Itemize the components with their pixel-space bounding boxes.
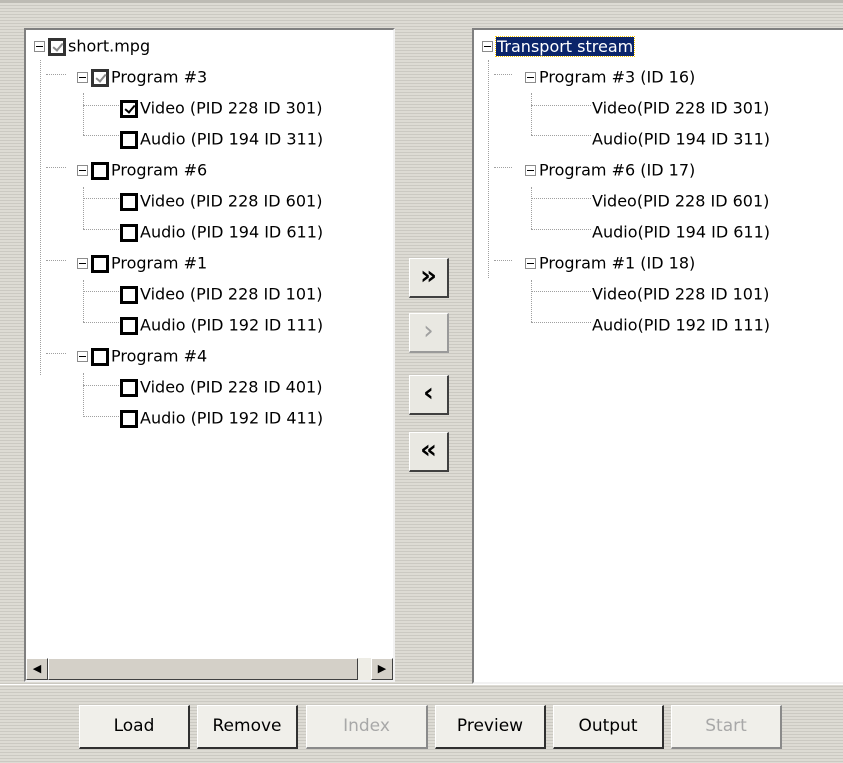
- add-button[interactable]: ›: [409, 313, 449, 353]
- collapse-icon[interactable]: [77, 258, 88, 269]
- remove-all-button[interactable]: «: [409, 432, 449, 472]
- output-program-label: Program #1 (ID 18): [539, 253, 696, 273]
- stream-label: Audio (PID 192 ID 111): [140, 315, 324, 335]
- preview-button[interactable]: Preview: [435, 705, 546, 749]
- tree-node-program[interactable]: Program #6: [77, 156, 207, 184]
- output-node-root[interactable]: Transport stream: [482, 32, 636, 60]
- output-root-label: Transport stream: [494, 35, 636, 57]
- tree-node-program[interactable]: Program #1: [77, 249, 207, 277]
- program-label: Program #6: [111, 160, 208, 180]
- stream-checkbox[interactable]: [120, 285, 138, 304]
- stream-checkbox[interactable]: [120, 99, 138, 118]
- program-checkbox[interactable]: [91, 68, 109, 87]
- output-node-stream[interactable]: Audio(PID 194 ID 311): [592, 125, 770, 153]
- stream-label: Audio (PID 192 ID 411): [140, 408, 324, 428]
- output-stream-label: Video(PID 228 ID 601): [592, 191, 770, 211]
- output-node-stream[interactable]: Video(PID 228 ID 301): [592, 94, 769, 122]
- output-node-program[interactable]: Program #3 (ID 16): [525, 63, 695, 91]
- scroll-thumb[interactable]: [48, 658, 358, 680]
- stream-checkbox[interactable]: [120, 223, 138, 242]
- tree-node-stream[interactable]: Audio (PID 194 ID 611): [120, 218, 323, 246]
- root-label: short.mpg: [68, 36, 151, 56]
- output-button[interactable]: Output: [553, 705, 664, 749]
- tree-node-stream[interactable]: Video (PID 228 ID 601): [120, 187, 322, 215]
- load-button[interactable]: Load: [79, 705, 190, 749]
- root-checkbox[interactable]: [48, 37, 66, 56]
- output-stream-label: Audio(PID 192 ID 111): [592, 315, 771, 335]
- output-program-label: Program #3 (ID 16): [539, 67, 696, 87]
- scroll-left-icon[interactable]: ◀: [26, 658, 48, 680]
- output-stream-label: Audio(PID 194 ID 311): [592, 129, 771, 149]
- collapse-icon[interactable]: [525, 258, 536, 269]
- output-stream-label: Audio(PID 194 ID 611): [592, 222, 771, 242]
- tree-node-stream[interactable]: Video (PID 228 ID 301): [120, 94, 322, 122]
- stream-label: Video (PID 228 ID 101): [140, 284, 323, 304]
- stream-label: Video (PID 228 ID 301): [140, 98, 323, 118]
- collapse-icon[interactable]: [525, 72, 536, 83]
- stream-checkbox[interactable]: [120, 130, 138, 149]
- collapse-icon[interactable]: [482, 41, 493, 52]
- program-checkbox[interactable]: [91, 161, 109, 180]
- collapse-icon[interactable]: [77, 72, 88, 83]
- output-node-stream[interactable]: Video(PID 228 ID 601): [592, 187, 769, 215]
- program-label: Program #1: [111, 253, 208, 273]
- stream-checkbox[interactable]: [120, 316, 138, 335]
- output-node-program[interactable]: Program #6 (ID 17): [525, 156, 695, 184]
- program-checkbox[interactable]: [91, 347, 109, 366]
- output-tree-panel[interactable]: Transport stream Program #3 (ID 16) Vide…: [472, 28, 843, 684]
- tree-node-stream[interactable]: Video (PID 228 ID 101): [120, 280, 322, 308]
- add-all-button[interactable]: »: [409, 258, 449, 298]
- source-tree-panel[interactable]: short.mpg Program #3 Video (PID 228 ID 3…: [24, 28, 395, 682]
- stream-checkbox[interactable]: [120, 409, 138, 428]
- index-button[interactable]: Index: [306, 705, 428, 749]
- collapse-icon[interactable]: [77, 165, 88, 176]
- source-tree: short.mpg Program #3 Video (PID 228 ID 3…: [26, 30, 393, 680]
- program-label: Program #4: [111, 346, 208, 366]
- output-node-stream[interactable]: Video(PID 228 ID 101): [592, 280, 769, 308]
- remove-button[interactable]: Remove: [197, 705, 298, 749]
- program-checkbox[interactable]: [91, 254, 109, 273]
- collapse-icon[interactable]: [525, 165, 536, 176]
- tree-node-program[interactable]: Program #4: [77, 342, 207, 370]
- output-tree: Transport stream Program #3 (ID 16) Vide…: [474, 30, 843, 682]
- stream-label: Audio (PID 194 ID 311): [140, 129, 324, 149]
- start-button[interactable]: Start: [671, 705, 782, 749]
- program-label: Program #3: [111, 67, 208, 87]
- stream-checkbox[interactable]: [120, 192, 138, 211]
- tree-node-program[interactable]: Program #3: [77, 63, 207, 91]
- horizontal-scrollbar[interactable]: ◀ ▶: [26, 658, 393, 680]
- stream-label: Audio (PID 194 ID 611): [140, 222, 324, 242]
- stream-label: Video (PID 228 ID 401): [140, 377, 323, 397]
- output-program-label: Program #6 (ID 17): [539, 160, 696, 180]
- collapse-icon[interactable]: [77, 351, 88, 362]
- remove-button-arrow[interactable]: ‹: [409, 375, 449, 415]
- tree-node-stream[interactable]: Video (PID 228 ID 401): [120, 373, 322, 401]
- collapse-icon[interactable]: [34, 41, 45, 52]
- stream-checkbox[interactable]: [120, 378, 138, 397]
- output-node-stream[interactable]: Audio(PID 192 ID 111): [592, 311, 770, 339]
- tree-node-stream[interactable]: Audio (PID 192 ID 111): [120, 311, 323, 339]
- tree-node-root[interactable]: short.mpg: [34, 32, 150, 60]
- scroll-right-icon[interactable]: ▶: [371, 658, 393, 680]
- stream-label: Video (PID 228 ID 601): [140, 191, 323, 211]
- output-node-program[interactable]: Program #1 (ID 18): [525, 249, 695, 277]
- output-node-stream[interactable]: Audio(PID 194 ID 611): [592, 218, 770, 246]
- output-stream-label: Video(PID 228 ID 101): [592, 284, 770, 304]
- output-stream-label: Video(PID 228 ID 301): [592, 98, 770, 118]
- tree-node-stream[interactable]: Audio (PID 194 ID 311): [120, 125, 323, 153]
- tree-node-stream[interactable]: Audio (PID 192 ID 411): [120, 404, 323, 432]
